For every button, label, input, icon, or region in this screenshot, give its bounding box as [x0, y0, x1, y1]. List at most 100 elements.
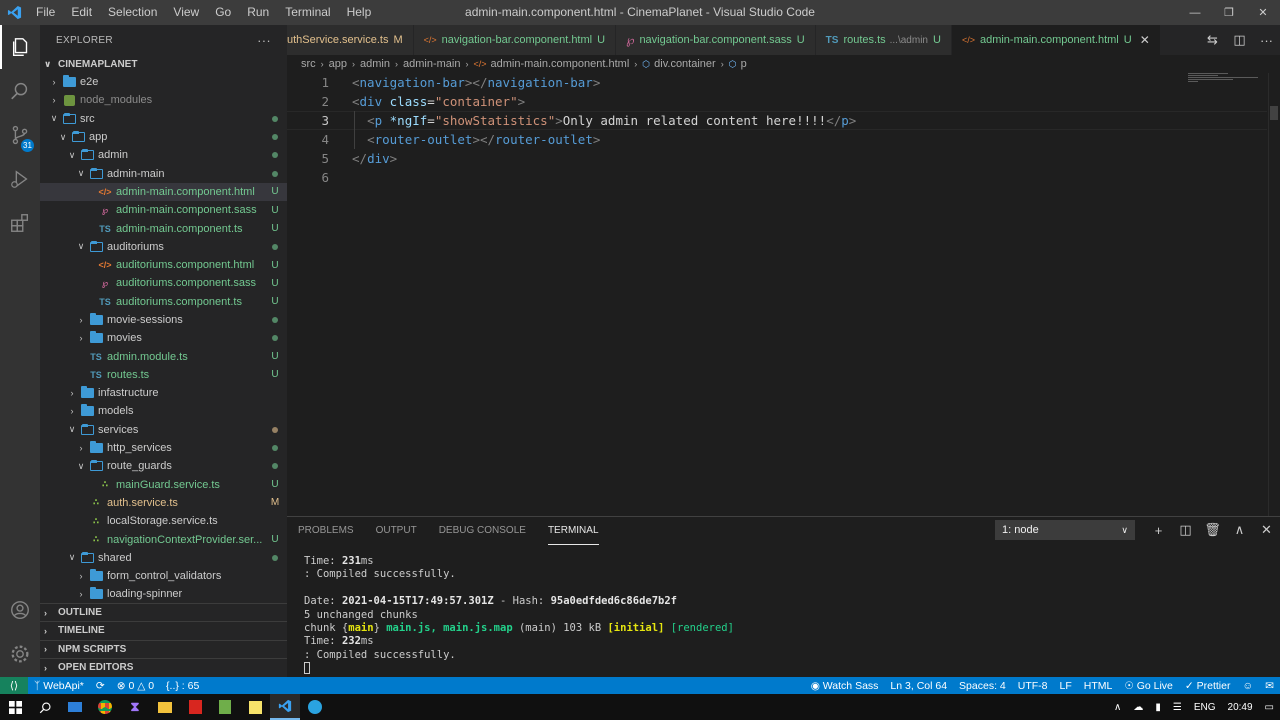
menu-terminal[interactable]: Terminal [277, 0, 338, 25]
tree-folder[interactable]: ∨ admin [40, 146, 287, 164]
menu-help[interactable]: Help [339, 0, 380, 25]
tree-folder[interactable]: › movies [40, 329, 287, 347]
breadcrumb-item[interactable]: admin-main [403, 58, 460, 70]
sync-icon[interactable]: ⟳ [90, 680, 111, 692]
tree-folder[interactable]: ∨ src [40, 110, 287, 128]
indentation[interactable]: Spaces: 4 [953, 680, 1012, 692]
notifications-icon[interactable]: ✉ [1259, 680, 1280, 692]
kill-terminal-icon[interactable]: 🗑 [1199, 522, 1226, 538]
close-panel-icon[interactable]: ✕ [1253, 522, 1280, 538]
editor-scrollbar[interactable] [1268, 73, 1280, 516]
tree-folder[interactable]: › models [40, 402, 287, 420]
breadcrumb-item[interactable]: admin-main.component.html [490, 58, 629, 70]
problems-status[interactable]: ⊗ 0 △ 0 [111, 680, 160, 692]
extensions-icon[interactable] [0, 201, 40, 245]
feedback-icon[interactable]: ☺ [1236, 680, 1259, 692]
watch-sass-button[interactable]: ◉ Watch Sass [805, 680, 885, 692]
tree-file[interactable]: ℘ admin-main.component.sass U [40, 201, 287, 219]
tree-file[interactable]: TS admin-main.component.ts U [40, 219, 287, 237]
panel-tab-terminal[interactable]: TERMINAL [547, 517, 599, 545]
remote-icon[interactable]: ⟨⟩ [0, 677, 28, 694]
tree-folder[interactable]: › node_modules [40, 91, 287, 109]
action-center-icon[interactable]: ▭ [1265, 702, 1274, 713]
chrome-icon[interactable] [90, 694, 120, 720]
cursor-position[interactable]: Ln 3, Col 64 [884, 680, 953, 692]
section-outline[interactable]: › OUTLINE [40, 603, 287, 621]
run-debug-icon[interactable] [0, 157, 40, 201]
tree-file[interactable]: </> admin-main.component.html U [40, 182, 287, 202]
explorer-more-button[interactable]: ··· [257, 33, 271, 48]
input-language[interactable]: ENG [1194, 702, 1216, 713]
telegram-icon[interactable] [300, 694, 330, 720]
close-window-button[interactable]: ✕ [1246, 0, 1280, 25]
visual-studio-icon[interactable]: ⧗ [120, 694, 150, 720]
tree-folder[interactable]: ∨ auditoriums [40, 238, 287, 256]
tree-folder[interactable]: ∨ admin-main [40, 164, 287, 182]
encoding[interactable]: UTF-8 [1012, 680, 1054, 692]
tree-file[interactable]: ∴ auth.service.ts M [40, 494, 287, 512]
battery-icon[interactable]: ▮ [1155, 702, 1161, 713]
panel-tab-problems[interactable]: PROBLEMS [298, 517, 354, 545]
split-editor-icon[interactable]: ◫ [1226, 32, 1253, 48]
branch-status[interactable]: ᛉ WebApi* [28, 680, 90, 692]
tree-file[interactable]: TS routes.ts U [40, 366, 287, 384]
editor-tab[interactable]: </> admin-main.component.html U ✕ [951, 25, 1161, 55]
tree-file[interactable]: ∴ mainGuard.service.ts U [40, 476, 287, 494]
tree-file[interactable]: ℘ auditoriums.component.sass U [40, 274, 287, 292]
breadcrumb-item[interactable]: div.container [654, 58, 716, 70]
close-tab-icon[interactable]: ✕ [1140, 33, 1150, 47]
panel-tab-debug-console[interactable]: DEBUG CONSOLE [439, 517, 526, 545]
editor-tab[interactable]: uthService.service.ts M [287, 25, 414, 55]
clock[interactable]: 20:49 [1228, 702, 1253, 713]
tree-folder[interactable]: › movie-sessions [40, 311, 287, 329]
vscode-logo-icon[interactable] [0, 0, 28, 25]
tree-folder[interactable]: ∨ services [40, 421, 287, 439]
acrobat-icon[interactable] [180, 694, 210, 720]
notepad-icon[interactable] [210, 694, 240, 720]
code-line[interactable]: 4 <router-outlet></router-outlet> [287, 130, 1267, 149]
tree-folder[interactable]: › form_control_validators [40, 567, 287, 585]
breadcrumb-item[interactable]: src [301, 58, 316, 70]
menu-run[interactable]: Run [239, 0, 277, 25]
tree-folder[interactable]: ∨ route_guards [40, 457, 287, 475]
explorer-icon[interactable] [0, 25, 40, 69]
panel-tab-output[interactable]: OUTPUT [376, 517, 417, 545]
tree-file[interactable]: ∴ localStorage.service.ts [40, 512, 287, 530]
menu-selection[interactable]: Selection [100, 0, 165, 25]
menu-go[interactable]: Go [207, 0, 239, 25]
onedrive-icon[interactable]: ☁ [1133, 702, 1143, 713]
prettier-status[interactable]: ✓ Prettier [1179, 680, 1237, 692]
language-mode[interactable]: HTML [1078, 680, 1119, 692]
menu-edit[interactable]: Edit [63, 0, 100, 25]
wifi-icon[interactable]: ☰ [1173, 702, 1182, 713]
tray-chevron-up-icon[interactable]: ∧ [1114, 702, 1121, 713]
breadcrumb-item[interactable]: admin [360, 58, 390, 70]
search-icon[interactable] [0, 69, 40, 113]
breadcrumb-item[interactable]: p [741, 58, 747, 70]
menu-file[interactable]: File [28, 0, 63, 25]
tree-folder[interactable]: › loading-spinner [40, 585, 287, 603]
editor-tab[interactable]: TS routes.ts ...\admin U [815, 25, 952, 55]
editor-tab[interactable]: </> navigation-bar.component.html U [413, 25, 617, 55]
section-npm-scripts[interactable]: › NPM SCRIPTS [40, 639, 287, 658]
end-of-line[interactable]: LF [1054, 680, 1078, 692]
taskbar-search-icon[interactable] [30, 694, 60, 720]
code-line[interactable]: 3 <p *ngIf="showStatistics">Only admin r… [287, 111, 1267, 130]
breadcrumb-item[interactable]: app [329, 58, 347, 70]
accounts-icon[interactable] [0, 588, 40, 632]
sticky-notes-icon[interactable] [240, 694, 270, 720]
tree-file[interactable]: TS admin.module.ts U [40, 347, 287, 365]
code-line[interactable]: 5 </div> [287, 149, 1267, 168]
tree-file[interactable]: </> auditoriums.component.html U [40, 256, 287, 274]
terminal-output[interactable]: Time: 231ms: Compiled successfully. Date… [304, 555, 734, 676]
code-editor[interactable]: 1 <navigation-bar></navigation-bar> 2 <div … [287, 73, 1280, 516]
minimize-button[interactable]: — [1178, 0, 1212, 25]
terminal-select[interactable]: 1: node ∨ [995, 520, 1135, 540]
source-control-icon[interactable]: 31 [0, 113, 40, 157]
tree-folder[interactable]: › e2e [40, 73, 287, 91]
windows-start-icon[interactable] [0, 694, 30, 720]
go-live-button[interactable]: ☉ Go Live [1118, 680, 1179, 692]
tree-folder[interactable]: ∨ shared [40, 549, 287, 567]
code-line[interactable]: 1 <navigation-bar></navigation-bar> [287, 73, 1267, 92]
maximize-panel-icon[interactable]: ∧ [1226, 522, 1253, 538]
